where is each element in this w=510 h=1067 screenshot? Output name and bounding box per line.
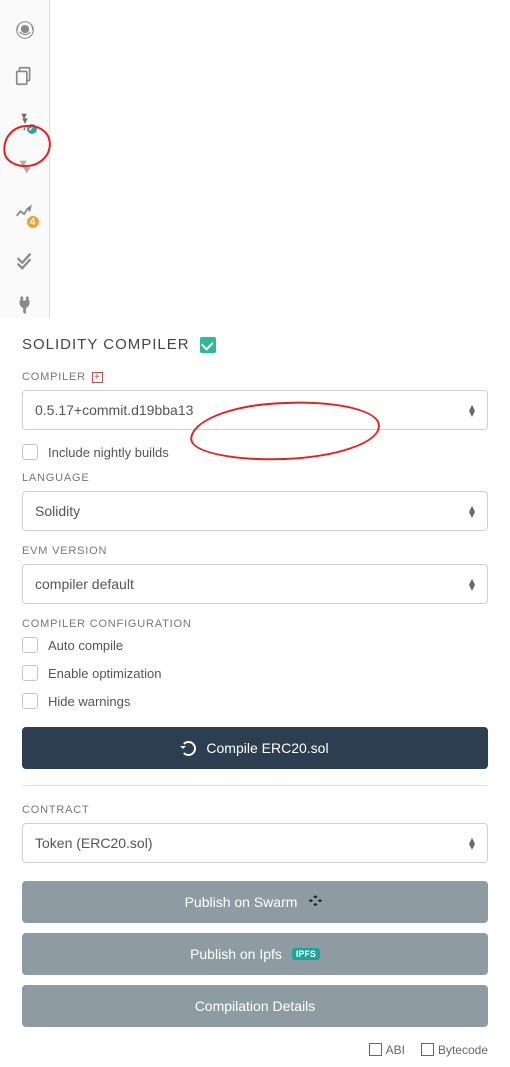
warning-badge: 4	[25, 214, 41, 230]
copy-icon	[423, 1045, 434, 1056]
swarm-icon	[307, 893, 325, 911]
success-badge-icon	[25, 122, 39, 136]
evm-select[interactable]: compiler default ▴▾	[22, 564, 488, 604]
compile-button-label: Compile ERC20.sol	[206, 740, 328, 756]
contract-select[interactable]: Token (ERC20.sol) ▴▾	[22, 823, 488, 863]
auto-compile-row[interactable]: Auto compile	[22, 637, 488, 653]
compiler-label: COMPILER +	[22, 371, 488, 383]
publish-swarm-label: Publish on Swarm	[185, 894, 298, 910]
hide-warnings-row[interactable]: Hide warnings	[22, 693, 488, 709]
page-title: SOLIDITY COMPILER	[22, 336, 190, 353]
publish-swarm-button[interactable]: Publish on Swarm	[22, 881, 488, 923]
compilation-details-button[interactable]: Compilation Details	[22, 985, 488, 1027]
bytecode-label: Bytecode	[438, 1043, 488, 1057]
compile-button[interactable]: Compile ERC20.sol	[22, 727, 488, 769]
module-badge-icon	[200, 337, 216, 353]
compiler-icon[interactable]	[13, 110, 37, 134]
hide-warnings-checkbox[interactable]	[22, 693, 38, 709]
copy-abi-button[interactable]: ABI	[371, 1043, 405, 1057]
chevron-updown-icon: ▴▾	[469, 837, 475, 849]
plugin-manager-icon[interactable]	[13, 294, 37, 318]
file-explorer-icon[interactable]	[13, 64, 37, 88]
optimization-row[interactable]: Enable optimization	[22, 665, 488, 681]
compiler-selected-value: 0.5.17+commit.d19bba13	[35, 402, 193, 418]
footer: ABI Bytecode	[22, 1037, 488, 1057]
evm-selected-value: compiler default	[35, 576, 134, 592]
publish-ipfs-label: Publish on Ipfs	[190, 946, 282, 962]
include-nightly-row[interactable]: Include nightly builds	[22, 444, 488, 460]
deploy-icon[interactable]	[13, 156, 37, 180]
logo-icon[interactable]	[13, 18, 37, 42]
optimization-checkbox[interactable]	[22, 665, 38, 681]
language-select[interactable]: Solidity ▴▾	[22, 491, 488, 531]
main-panel: SOLIDITY COMPILER COMPILER + 0.5.17+comm…	[0, 318, 510, 1067]
language-label: LANGUAGE	[22, 472, 488, 484]
chevron-updown-icon: ▴▾	[469, 505, 475, 517]
ipfs-icon: IPFS	[292, 948, 320, 960]
include-nightly-checkbox[interactable]	[22, 444, 38, 460]
include-nightly-label: Include nightly builds	[48, 445, 169, 460]
debugger-icon[interactable]: 4	[13, 202, 37, 226]
auto-compile-label: Auto compile	[48, 638, 123, 653]
optimization-label: Enable optimization	[48, 666, 161, 681]
compiler-select[interactable]: 0.5.17+commit.d19bba13 ▴▾	[22, 390, 488, 430]
analysis-icon[interactable]	[13, 248, 37, 272]
evm-label: EVM VERSION	[22, 545, 488, 557]
sidebar: 4	[0, 0, 50, 318]
add-compiler-icon[interactable]: +	[92, 372, 103, 383]
chevron-updown-icon: ▴▾	[469, 404, 475, 416]
contract-selected-value: Token (ERC20.sol)	[35, 835, 153, 851]
contract-label: CONTRACT	[22, 804, 488, 816]
language-selected-value: Solidity	[35, 503, 80, 519]
copy-icon	[371, 1045, 382, 1056]
auto-compile-checkbox[interactable]	[22, 637, 38, 653]
publish-ipfs-button[interactable]: Publish on Ipfs IPFS	[22, 933, 488, 975]
copy-bytecode-button[interactable]: Bytecode	[423, 1043, 488, 1057]
refresh-icon	[181, 741, 196, 756]
chevron-updown-icon: ▴▾	[469, 578, 475, 590]
abi-label: ABI	[386, 1043, 405, 1057]
config-label: COMPILER CONFIGURATION	[22, 618, 488, 630]
compilation-details-label: Compilation Details	[195, 998, 316, 1014]
divider	[22, 785, 488, 786]
hide-warnings-label: Hide warnings	[48, 694, 130, 709]
